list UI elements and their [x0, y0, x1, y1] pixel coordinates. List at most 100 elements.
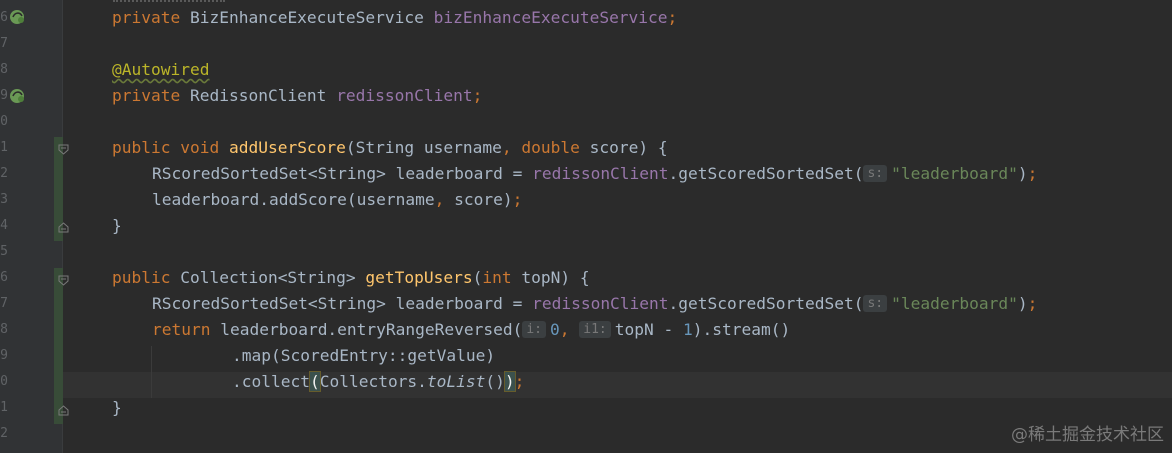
code-line[interactable]: .map(ScoredEntry::getValue): [232, 343, 495, 369]
field-name: redissonClient: [532, 294, 669, 313]
comma: ,: [434, 190, 445, 209]
line-number: 1: [0, 140, 8, 155]
type-name: RedissonClient: [189, 86, 327, 105]
keyword: public: [112, 268, 171, 287]
line-number: 5: [0, 244, 8, 259]
line-number: 2: [0, 426, 8, 441]
statement: leaderboard.addScore(username: [152, 190, 435, 209]
number-literal: 1: [682, 320, 693, 339]
code-line[interactable]: public void addUserScore(String username…: [112, 135, 668, 161]
fold-open-icon[interactable]: [58, 144, 69, 155]
keyword: private: [112, 86, 181, 105]
closing-brace: }: [112, 398, 122, 417]
indent-guide: [151, 346, 152, 398]
keyword: double: [521, 138, 580, 157]
code-line[interactable]: private BizEnhanceExecuteService bizEnha…: [112, 5, 677, 31]
line-number: 7: [0, 36, 8, 51]
vcs-change-marker[interactable]: [54, 268, 63, 424]
field-name: bizEnhanceExecuteService: [433, 8, 668, 27]
line-number: 1: [0, 400, 8, 415]
semicolon: ;: [514, 372, 525, 391]
field-name: redissonClient: [336, 86, 473, 105]
method-call: .getScoredSortedSet(: [668, 164, 864, 183]
params: score) {: [589, 138, 668, 157]
spring-bean-icon[interactable]: [9, 87, 27, 105]
matched-paren: (: [308, 371, 321, 392]
static-method: toList: [426, 372, 486, 391]
type-name: BizEnhanceExecuteService: [189, 8, 424, 27]
fold-close-icon[interactable]: [58, 405, 69, 416]
code-line[interactable]: .collect(Collectors.toList());: [232, 369, 524, 395]
method-call: ).stream(): [692, 320, 791, 339]
comma: ,: [559, 320, 570, 339]
keyword: void: [180, 138, 220, 157]
params: (String username: [345, 138, 502, 157]
keyword: public: [112, 138, 171, 157]
line-number: 9: [0, 348, 8, 363]
keyword: private: [112, 8, 181, 27]
parameter-hint: i1:: [579, 321, 611, 338]
line-number: 9: [0, 88, 8, 103]
line-number: 8: [0, 62, 8, 77]
code-line[interactable]: }: [112, 213, 122, 239]
statement: RScoredSortedSet<String> leaderboard =: [152, 164, 533, 183]
method-call: .getScoredSortedSet(: [668, 294, 864, 313]
method-call: leaderboard.entryRangeReversed(: [220, 320, 523, 339]
annotation: @Autowired: [112, 60, 210, 79]
string-literal: "leaderboard": [891, 294, 1018, 313]
line-number: 8: [0, 322, 8, 337]
closing-brace: }: [112, 216, 122, 235]
semicolon: ;: [1027, 294, 1038, 313]
line-number: 0: [0, 114, 8, 129]
code-line[interactable]: return leaderboard.entryRangeReversed(i:…: [152, 317, 790, 343]
number-literal: 0: [550, 320, 560, 339]
paren: (: [472, 268, 483, 287]
parameter-hint: s:: [863, 165, 888, 182]
paren: (): [485, 372, 505, 391]
method-call: .collect: [232, 372, 310, 391]
code-line[interactable]: @Autowired: [112, 57, 209, 83]
statement: .map(ScoredEntry::getValue): [232, 346, 496, 365]
line-number: 6: [0, 270, 8, 285]
expression: topN -: [614, 320, 683, 339]
keyword: int: [482, 268, 512, 287]
code-line[interactable]: private RedissonClient redissonClient;: [112, 83, 482, 109]
fold-open-icon[interactable]: [58, 275, 69, 286]
method-name: addUserScore: [228, 138, 346, 157]
line-number: 7: [0, 296, 8, 311]
class-ref: Collectors.: [319, 372, 427, 391]
code-line[interactable]: RScoredSortedSet<String> leaderboard = r…: [152, 161, 1037, 187]
line-number: 4: [0, 218, 8, 233]
line-number: 2: [0, 166, 8, 181]
line-number: 0: [0, 374, 8, 389]
string-literal: "leaderboard": [891, 164, 1018, 183]
comma: ,: [501, 138, 512, 157]
keyword: return: [152, 320, 211, 339]
code-line[interactable]: RScoredSortedSet<String> leaderboard = r…: [152, 291, 1037, 317]
statement: score): [444, 190, 513, 209]
semicolon: ;: [1027, 164, 1038, 183]
type-name: Collection<String>: [180, 268, 356, 287]
fold-close-icon[interactable]: [58, 222, 69, 233]
current-line-highlight: [63, 372, 1172, 398]
paren: ): [1017, 294, 1028, 313]
field-name: redissonClient: [532, 164, 669, 183]
paren: ): [1017, 164, 1028, 183]
code-line[interactable]: leaderboard.addScore(username, score);: [152, 187, 522, 213]
params: topN) {: [521, 268, 590, 287]
watermark: @稀土掘金技术社区: [1011, 425, 1164, 445]
statement: RScoredSortedSet<String> leaderboard =: [152, 294, 533, 313]
semicolon: ;: [472, 86, 483, 105]
method-name: getTopUsers: [365, 268, 473, 287]
parameter-hint: s:: [863, 295, 888, 312]
spring-bean-icon[interactable]: [9, 8, 27, 26]
code-line[interactable]: public Collection<String> getTopUsers(in…: [112, 265, 590, 291]
semicolon: ;: [512, 190, 523, 209]
editor-gutter: 6 7 8 9 0 1 2 3 4 5 6 7 8 9 0 1 2: [0, 0, 69, 453]
code-editor[interactable]: 6 7 8 9 0 1 2 3 4 5 6 7 8 9 0 1 2 privat…: [0, 0, 1172, 453]
semicolon: ;: [667, 8, 678, 27]
matched-paren: ): [503, 371, 516, 392]
code-line[interactable]: }: [112, 395, 122, 421]
line-number: 6: [0, 10, 8, 25]
line-number: 3: [0, 192, 8, 207]
